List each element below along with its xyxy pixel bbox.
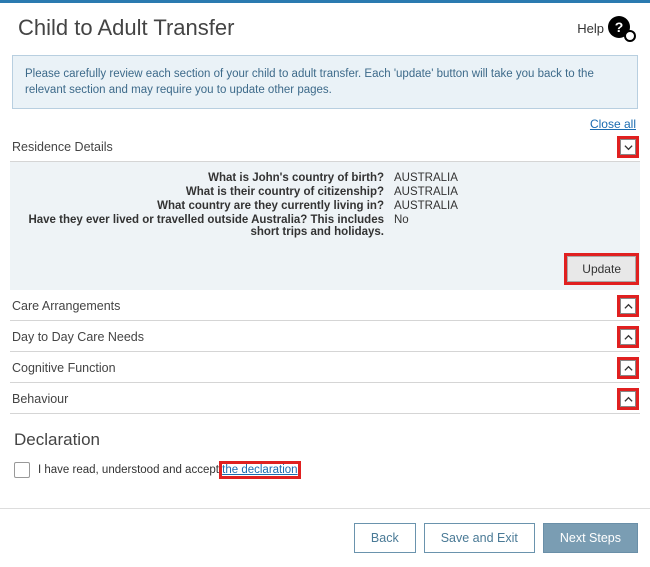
answer-value: AUSTRALIA <box>394 200 626 212</box>
page-title: Child to Adult Transfer <box>18 15 234 41</box>
chevron-up-icon[interactable] <box>620 329 636 345</box>
chevron-up-icon[interactable] <box>620 360 636 376</box>
section-title: Residence Details <box>12 140 113 154</box>
next-steps-button[interactable]: Next Steps <box>543 523 638 553</box>
section-title: Cognitive Function <box>12 361 116 375</box>
chevron-up-icon[interactable] <box>620 298 636 314</box>
footer-actions: Back Save and Exit Next Steps <box>0 508 650 567</box>
answer-value: No <box>394 214 626 238</box>
declaration-section: Declaration I have read, understood and … <box>10 416 640 486</box>
section-behaviour: Behaviour <box>10 385 640 414</box>
qa-row: What is John's country of birth? AUSTRAL… <box>24 172 626 184</box>
question-label: What is their country of citizenship? <box>24 186 394 198</box>
close-all-link[interactable]: Close all <box>590 117 636 131</box>
info-banner: Please carefully review each section of … <box>12 55 638 109</box>
help-label: Help <box>577 21 604 36</box>
question-label: What country are they currently living i… <box>24 200 394 212</box>
chevron-down-icon[interactable] <box>620 139 636 155</box>
section-cognitive: Cognitive Function <box>10 354 640 383</box>
section-daytoday: Day to Day Care Needs <box>10 323 640 352</box>
answer-value: AUSTRALIA <box>394 186 626 198</box>
qa-row: What is their country of citizenship? AU… <box>24 186 626 198</box>
back-button[interactable]: Back <box>354 523 416 553</box>
chevron-up-icon[interactable] <box>620 391 636 407</box>
update-button[interactable]: Update <box>567 256 636 282</box>
answer-value: AUSTRALIA <box>394 172 626 184</box>
page-header: Child to Adult Transfer Help ? <box>0 3 650 49</box>
section-residence-header[interactable]: Residence Details <box>10 133 640 162</box>
declaration-link[interactable]: the declaration <box>222 464 297 476</box>
declaration-heading: Declaration <box>14 430 636 450</box>
declaration-checkbox[interactable] <box>14 462 30 478</box>
question-label: What is John's country of birth? <box>24 172 394 184</box>
section-residence: Residence Details What is John's country… <box>10 133 640 290</box>
section-title: Care Arrangements <box>12 299 120 313</box>
section-cognitive-header[interactable]: Cognitive Function <box>10 354 640 383</box>
section-care-header[interactable]: Care Arrangements <box>10 292 640 321</box>
section-care: Care Arrangements <box>10 292 640 321</box>
section-title: Day to Day Care Needs <box>12 330 144 344</box>
section-residence-body: What is John's country of birth? AUSTRAL… <box>10 162 640 250</box>
help-link[interactable]: Help ? <box>577 16 632 40</box>
section-daytoday-header[interactable]: Day to Day Care Needs <box>10 323 640 352</box>
question-label: Have they ever lived or travelled outsid… <box>24 214 394 238</box>
save-exit-button[interactable]: Save and Exit <box>424 523 535 553</box>
section-behaviour-header[interactable]: Behaviour <box>10 385 640 414</box>
qa-row: What country are they currently living i… <box>24 200 626 212</box>
help-icon: ? <box>608 16 632 40</box>
declaration-text: I have read, understood and accept the d… <box>38 464 298 476</box>
qa-row: Have they ever lived or travelled outsid… <box>24 214 626 238</box>
section-title: Behaviour <box>12 392 68 406</box>
